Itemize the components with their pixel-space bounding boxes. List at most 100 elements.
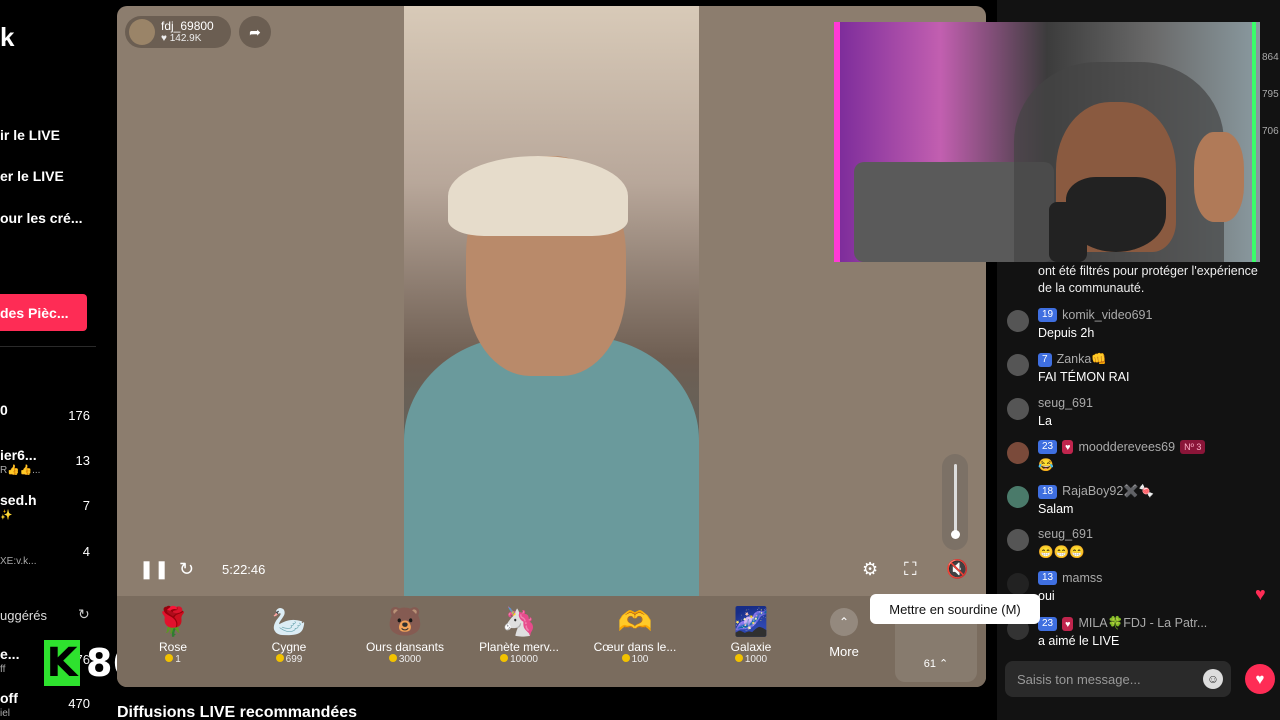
elapsed-time: 5:22:46 — [222, 562, 266, 577]
chat-user[interactable]: seug_691 — [1038, 527, 1093, 541]
left-sidebar: k ir le LIVE er le LIVE our les cré... d… — [0, 0, 100, 720]
ranking-row[interactable]: 0 176 — [0, 402, 96, 442]
ranking-count: 176 — [68, 408, 90, 423]
like-button[interactable]: ♥ — [1245, 664, 1275, 694]
chat-input[interactable] — [1017, 661, 1197, 697]
gift-item[interactable]: 🫶 Cœur dans le... 100 — [585, 604, 685, 665]
fullscreen-button[interactable]: ⛶ — [904, 559, 917, 580]
streamer-avatar[interactable] — [129, 19, 155, 45]
sidebar-divider — [0, 346, 96, 347]
gift-item[interactable]: 🌹 Rose 1 — [123, 604, 223, 665]
gift-name: Galaxie — [730, 640, 772, 654]
webcam-overlay — [834, 22, 1260, 262]
more-gifts-button[interactable]: ⌃ More — [809, 604, 879, 659]
chat-user[interactable]: komik_video691 — [1062, 308, 1152, 322]
refresh-button[interactable]: ↻ — [179, 559, 194, 580]
avatar[interactable] — [1007, 398, 1029, 420]
rose-icon: 🌹 — [155, 606, 191, 637]
settings-button[interactable]: ⚙ — [862, 559, 878, 580]
suggested-heading: uggérés — [0, 608, 47, 623]
chat-user[interactable]: seug_691 — [1038, 396, 1093, 410]
ranking-count: 4 — [82, 544, 90, 559]
streamer-name[interactable]: fdj_69800 — [161, 19, 214, 33]
filtered-notice: ont été filtrés pour protéger l'expérien… — [1038, 264, 1258, 295]
chat-user[interactable]: mamss — [1062, 571, 1102, 585]
ranking-row[interactable]: sed.h ✨ 7 — [0, 492, 96, 532]
gift-price: 10000 — [469, 654, 569, 665]
gift-item[interactable]: 🦄 Planète merv... 10000 — [469, 604, 569, 665]
cam-hand — [1194, 132, 1244, 222]
ranking-sub: R👍👍... — [0, 465, 41, 476]
ranking-count: 13 — [75, 453, 90, 468]
gift-box-count: 61 ⌃ — [923, 658, 949, 670]
microphone-icon — [1049, 202, 1087, 262]
gift-price: 699 — [239, 654, 339, 665]
share-button[interactable]: ➦ — [239, 16, 271, 48]
avatar[interactable] — [1007, 310, 1029, 332]
gift-item[interactable]: 🌌 Galaxie 1000 — [701, 604, 801, 665]
nav-item-creators[interactable]: our les cré... — [0, 210, 82, 226]
gift-name: Cygne — [271, 640, 307, 654]
chat-message: 23 ♥ MILA🍀FDJ - La Patr... a aimé le LIVE — [1007, 616, 1277, 656]
chat-user[interactable]: RajaBoy92✖️🍬 — [1062, 484, 1154, 499]
avatar[interactable] — [1007, 442, 1029, 464]
chat-text: oui — [1038, 589, 1055, 603]
chat-user[interactable]: moodderevees69 — [1078, 440, 1175, 454]
suggested-sub: iel — [0, 708, 11, 719]
chat-message: 7 Zanka👊 FAI TÉMON RAI — [1007, 352, 1277, 392]
volume-knob[interactable] — [951, 530, 960, 539]
chat-text: 😁😁😁 — [1038, 545, 1085, 559]
gift-price: 1000 — [701, 654, 801, 665]
streamer-info[interactable]: fdj_69800 ♥ 142.9K — [125, 16, 231, 48]
chat-text: Depuis 2h — [1038, 326, 1095, 340]
chat-message: seug_691 😁😁😁 — [1007, 527, 1277, 567]
live-video[interactable] — [404, 6, 699, 596]
volume-slider[interactable] — [942, 454, 968, 550]
suggested-name: e... — [0, 646, 20, 662]
gift-name: Planète merv... — [479, 640, 559, 654]
streamer-likes: ♥ 142.9K — [161, 33, 202, 44]
avatar[interactable] — [1007, 486, 1029, 508]
pause-button[interactable]: ❚❚ — [139, 559, 169, 580]
ranking-name: 0 — [0, 402, 8, 418]
ranking-row[interactable]: XE:v.k... 4 — [0, 538, 96, 578]
ranking-name: ier6... — [0, 447, 37, 463]
suggested-sub: ff — [0, 664, 6, 675]
avatar[interactable] — [1007, 354, 1029, 376]
nav-item-live-2[interactable]: er le LIVE — [0, 168, 64, 184]
mute-tooltip: Mettre en sourdine (M) — [870, 594, 1040, 624]
ranking-sub: ✨ — [0, 510, 13, 521]
chat-message: 18 RajaBoy92✖️🍬 Salam — [1007, 484, 1277, 524]
chevron-up-icon: ⌃ — [830, 608, 858, 636]
tiktok-logo[interactable]: k — [0, 22, 14, 53]
suggested-row[interactable]: off iel 470 — [0, 690, 96, 720]
avatar[interactable] — [1007, 529, 1029, 551]
gift-item[interactable]: 🦢 Cygne 699 — [239, 604, 339, 665]
gift-item[interactable]: 🐻 Ours dansants 3000 — [355, 604, 455, 665]
chat-text: 😂 — [1038, 458, 1054, 472]
chat-user[interactable]: MILA🍀FDJ - La Patr... — [1078, 616, 1207, 631]
emoji-icon[interactable]: ☺ — [1203, 669, 1223, 689]
fan-club-badge: ♥ — [1062, 616, 1074, 631]
side-number: 864 — [1262, 52, 1279, 63]
side-number: 706 — [1262, 126, 1279, 137]
swan-icon: 🦢 — [271, 606, 307, 637]
chat-message: 19 komik_video691 Depuis 2h — [1007, 308, 1277, 348]
share-icon: ➦ — [249, 23, 261, 40]
chat-user[interactable]: Zanka👊 — [1057, 352, 1107, 367]
refresh-icon[interactable]: ↻ — [78, 606, 90, 623]
nav-item-live-1[interactable]: ir le LIVE — [0, 127, 60, 143]
ranking-row[interactable]: ier6... R👍👍... 13 — [0, 447, 96, 487]
suggested-count: 470 — [68, 696, 90, 711]
more-label: More — [829, 644, 859, 659]
chat-text: FAI TÉMON RAI — [1038, 370, 1130, 384]
gift-name: Ours dansants — [365, 640, 445, 654]
avatar[interactable] — [1007, 573, 1029, 595]
gift-price: 100 — [585, 654, 685, 665]
get-coins-button[interactable]: des Pièc... — [0, 294, 87, 331]
chat-message: 13 mamss oui — [1007, 571, 1277, 611]
mute-button[interactable]: 🔇 — [946, 559, 968, 580]
level-badge: 7 — [1038, 352, 1052, 367]
gift-price: 1 — [123, 654, 223, 665]
chat-input-box[interactable]: ☺ — [1005, 661, 1231, 697]
